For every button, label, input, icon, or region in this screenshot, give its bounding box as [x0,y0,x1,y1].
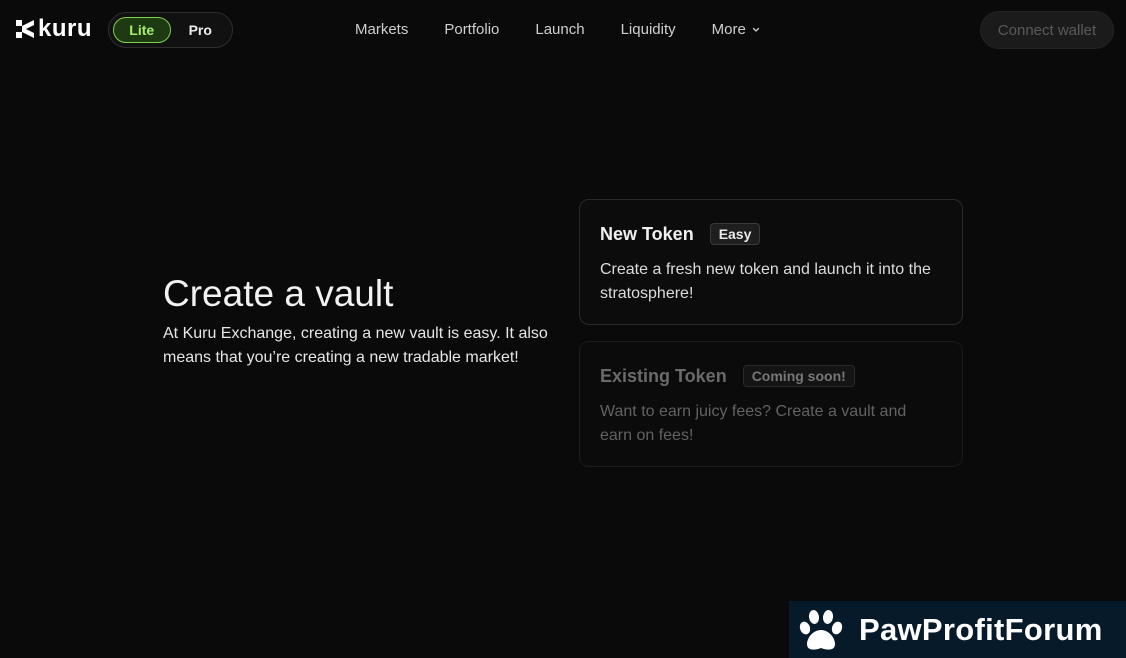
logo[interactable]: kuru [15,15,93,42]
mode-pro-button[interactable]: Pro [173,17,229,43]
kuru-logo-icon [16,20,34,38]
easy-badge: Easy [709,223,761,245]
existing-token-card: Existing Token Coming soon! Want to earn… [579,341,963,467]
watermark-text: PawProfitForum [859,611,1103,647]
chevron-down-icon [752,27,759,32]
existing-token-card-header: Existing Token Coming soon! [600,364,942,388]
new-token-card-header: New Token Easy [600,222,942,246]
coming-soon-badge: Coming soon! [742,365,855,387]
nav-liquidity[interactable]: Liquidity [621,20,676,40]
watermark: PawProfitForum [789,601,1126,658]
paw-icon [799,609,843,650]
header: kuru Lite Pro Markets Portfolio Launch L… [0,0,1126,60]
new-token-description: Create a fresh new token and launch it i… [600,261,931,302]
mode-lite-button[interactable]: Lite [113,17,171,43]
existing-token-title: Existing Token [600,365,727,386]
page: kuru Lite Pro Markets Portfolio Launch L… [0,0,1126,658]
mode-toggle: Lite Pro [108,12,233,48]
page-title: Create a vault [163,273,394,314]
nav-portfolio[interactable]: Portfolio [444,20,499,40]
nav-more-label: More [711,21,746,38]
logo-text: kuru [38,15,93,42]
hero-description: At Kuru Exchange, creating a new vault i… [163,325,548,366]
nav-markets[interactable]: Markets [355,20,408,40]
nav-launch[interactable]: Launch [535,20,584,40]
hero: Create a vault At Kuru Exchange, creatin… [163,272,553,370]
new-token-title: New Token [600,223,694,244]
existing-token-description: Want to earn juicy fees? Create a vault … [600,403,907,444]
nav-more[interactable]: More [712,20,760,40]
new-token-card[interactable]: New Token Easy Create a fresh new token … [579,199,963,325]
connect-wallet-button[interactable]: Connect wallet [980,11,1114,49]
main-nav: Markets Portfolio Launch Liquidity More [355,20,760,40]
